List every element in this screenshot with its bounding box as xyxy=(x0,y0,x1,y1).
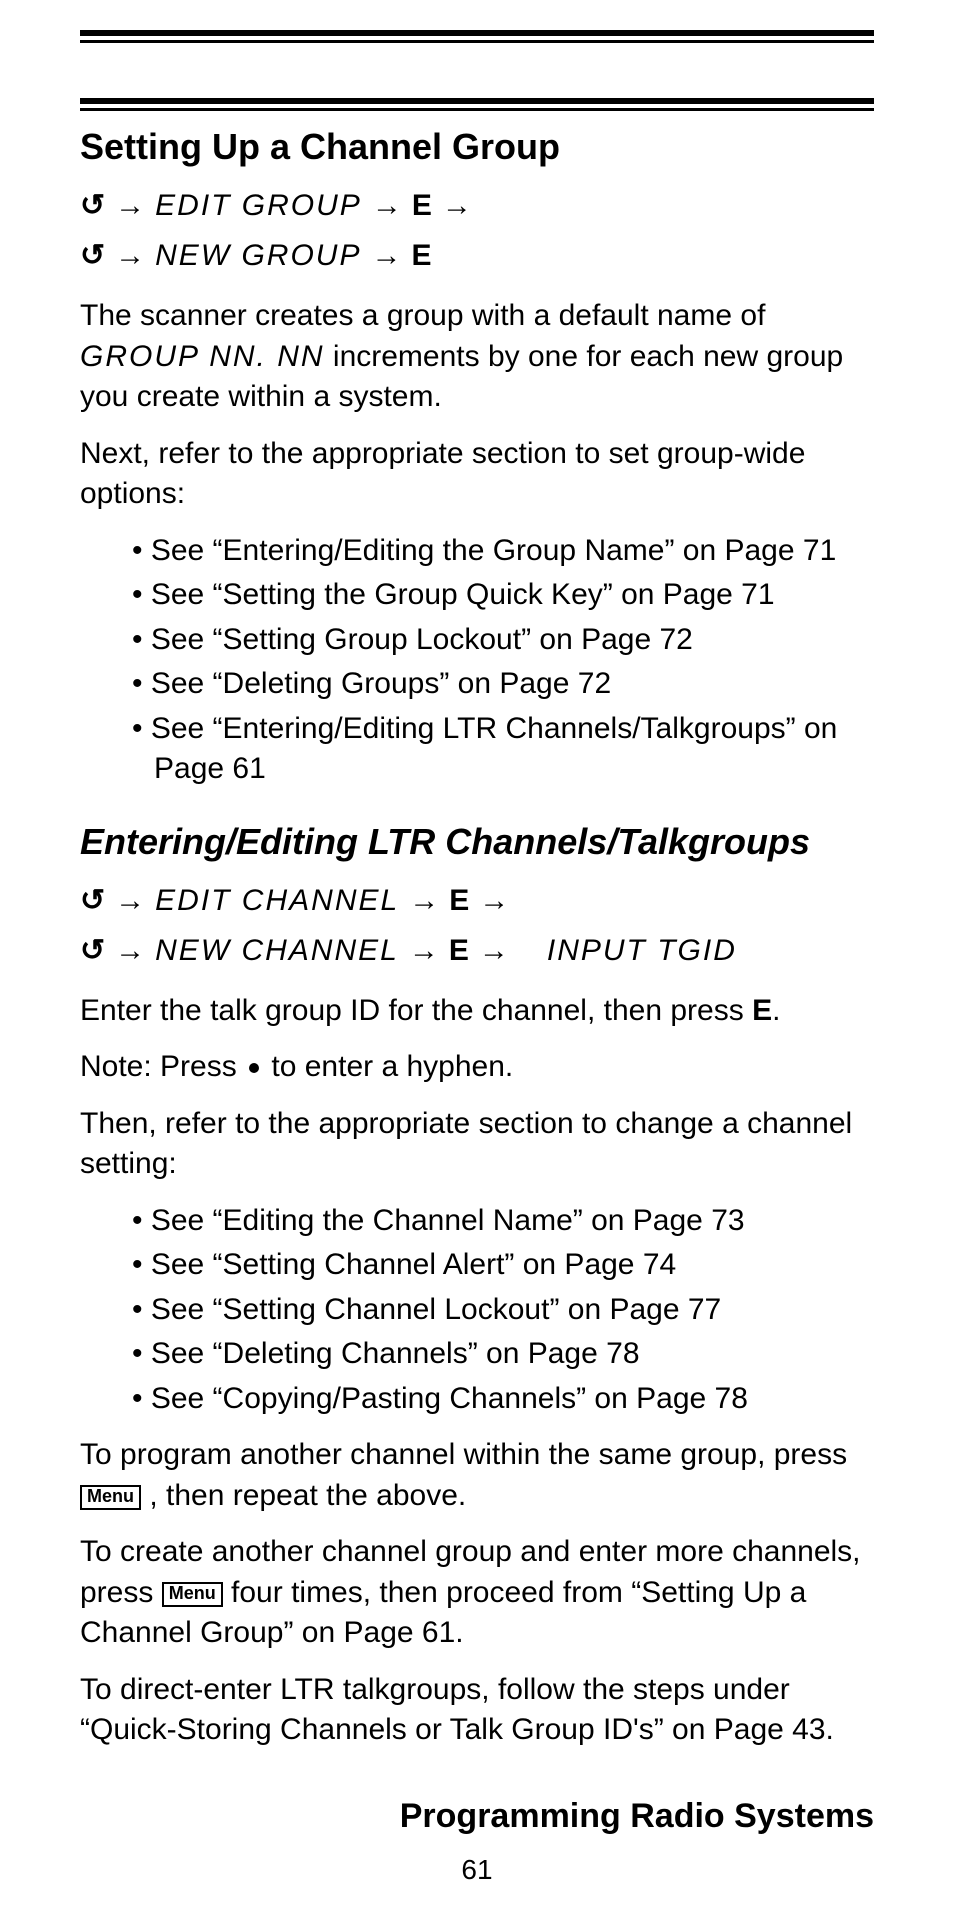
e-key: E xyxy=(449,927,469,975)
list-item: See “Setting the Group Quick Key” on Pag… xyxy=(132,575,874,616)
list-item: See “Entering/Editing LTR Channels/Talkg… xyxy=(132,709,874,790)
nav-sequence-2a: ↻ → EDIT CHANNEL → E → xyxy=(80,877,874,925)
paragraph: Next, refer to the appropriate section t… xyxy=(80,434,874,515)
lcd-text: EDIT CHANNEL xyxy=(155,877,399,925)
text: . xyxy=(772,994,780,1027)
text: Note: Press xyxy=(80,1050,245,1083)
paragraph: Then, refer to the appropriate section t… xyxy=(80,1104,874,1185)
text: , then repeat the above. xyxy=(141,1479,466,1512)
paragraph: To create another channel group and ente… xyxy=(80,1532,874,1654)
scroll-icon: ↻ xyxy=(80,936,105,966)
text: to enter a hyphen. xyxy=(263,1050,513,1083)
menu-key-icon: Menu xyxy=(162,1582,223,1607)
heading-ltr-channels: Entering/Editing LTR Channels/Talkgroups xyxy=(80,820,874,863)
arrow-icon: → xyxy=(115,241,145,271)
rule-top-1 xyxy=(80,30,874,43)
paragraph: To direct-enter LTR talkgroups, follow t… xyxy=(80,1670,874,1751)
lcd-text: NEW GROUP xyxy=(155,232,361,280)
lcd-text: GROUP NN. NN xyxy=(80,340,325,373)
text: The scanner creates a group with a defau… xyxy=(80,299,765,332)
reference-list-2: See “Editing the Channel Name” on Page 7… xyxy=(80,1201,874,1420)
arrow-icon: → xyxy=(479,936,509,966)
lcd-text: INPUT TGID xyxy=(547,927,737,975)
e-key: E xyxy=(752,994,772,1027)
rule-top-2 xyxy=(80,98,874,111)
paragraph: To program another channel within the sa… xyxy=(80,1435,874,1516)
arrow-icon: → xyxy=(115,191,145,221)
arrow-icon: → xyxy=(372,191,402,221)
heading-channel-group: Setting Up a Channel Group xyxy=(80,125,874,168)
arrow-icon: → xyxy=(409,886,439,916)
menu-key-icon: Menu xyxy=(80,1485,141,1510)
arrow-icon: → xyxy=(442,191,472,221)
list-item: See “Deleting Channels” on Page 78 xyxy=(132,1334,874,1375)
scroll-icon: ↻ xyxy=(80,886,105,916)
text: To program another channel within the sa… xyxy=(80,1438,847,1471)
manual-page: Setting Up a Channel Group ↻ → EDIT GROU… xyxy=(0,0,954,1926)
scroll-icon: ↻ xyxy=(80,191,105,221)
arrow-icon: → xyxy=(371,241,401,271)
e-key: E xyxy=(449,877,469,925)
nav-sequence-1a: ↻ → EDIT GROUP → E → xyxy=(80,182,874,230)
arrow-icon: → xyxy=(115,886,145,916)
text: Enter the talk group ID for the channel,… xyxy=(80,994,752,1027)
lcd-text: EDIT GROUP xyxy=(155,182,362,230)
list-item: See “Deleting Groups” on Page 72 xyxy=(132,664,874,705)
list-item: See “Setting Channel Alert” on Page 74 xyxy=(132,1245,874,1286)
list-item: See “Setting Group Lockout” on Page 72 xyxy=(132,620,874,661)
dot-icon xyxy=(249,1063,259,1073)
footer-section-title: Programming Radio Systems xyxy=(80,1797,874,1836)
arrow-icon: → xyxy=(115,936,145,966)
nav-sequence-2b: ↻ → NEW CHANNEL → E → INPUT TGID xyxy=(80,927,874,975)
e-key: E xyxy=(412,182,432,230)
paragraph: The scanner creates a group with a defau… xyxy=(80,296,874,418)
reference-list-1: See “Entering/Editing the Group Name” on… xyxy=(80,531,874,790)
paragraph: Enter the talk group ID for the channel,… xyxy=(80,991,874,1032)
e-key: E xyxy=(411,232,431,280)
list-item: See “Entering/Editing the Group Name” on… xyxy=(132,531,874,572)
arrow-icon: → xyxy=(409,936,439,966)
note: Note: Press to enter a hyphen. xyxy=(80,1047,874,1088)
lcd-text: NEW CHANNEL xyxy=(155,927,399,975)
scroll-icon: ↻ xyxy=(80,241,105,271)
arrow-icon: → xyxy=(479,886,509,916)
page-number: 61 xyxy=(80,1854,874,1886)
nav-sequence-1b: ↻ → NEW GROUP → E xyxy=(80,232,874,280)
list-item: See “Editing the Channel Name” on Page 7… xyxy=(132,1201,874,1242)
list-item: See “Setting Channel Lockout” on Page 77 xyxy=(132,1290,874,1331)
list-item: See “Copying/Pasting Channels” on Page 7… xyxy=(132,1379,874,1420)
